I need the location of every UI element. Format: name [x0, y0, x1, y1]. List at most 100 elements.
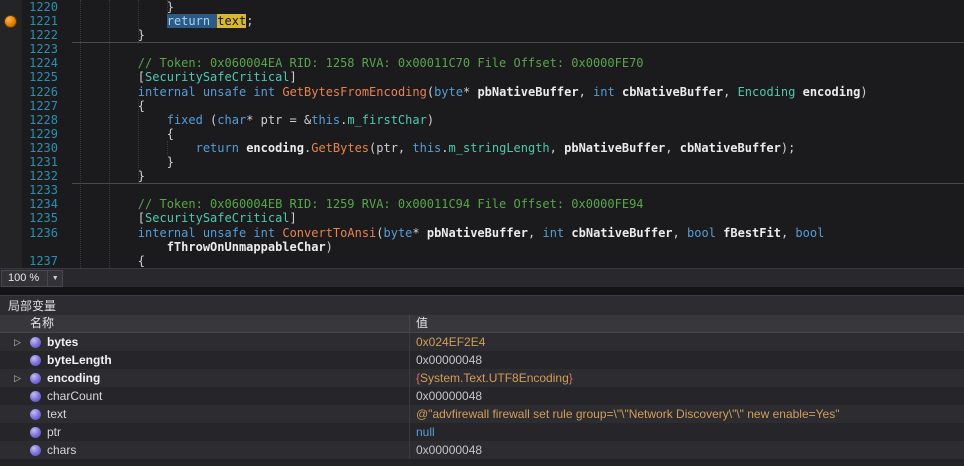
code-text: return text; [80, 14, 253, 28]
code-line[interactable]: 1233 [0, 183, 964, 197]
code-text: { [80, 254, 145, 268]
code-text: internal unsafe int ConvertToAnsi(byte* … [80, 226, 824, 240]
code-line[interactable]: 1237 { [0, 254, 964, 268]
variable-name-cell: ▷ bytes [0, 333, 410, 351]
code-editor[interactable]: 1220 }1221 return text;1222 }12231224 //… [0, 0, 964, 268]
table-row[interactable]: charCount0x00000048 [0, 387, 964, 405]
expand-arrow-icon[interactable]: ▷ [14, 333, 30, 351]
debugger-window: 1220 }1221 return text;1222 }12231224 //… [0, 0, 964, 466]
code-line[interactable]: 1224 // Token: 0x060004EA RID: 1258 RVA:… [0, 56, 964, 70]
variable-value[interactable]: 0x00000048 [410, 351, 964, 369]
variable-name-cell: text [0, 405, 410, 423]
code-line[interactable]: 1225 [SecuritySafeCritical] [0, 70, 964, 84]
table-row[interactable]: text @"advfirewall firewall set rule grou… [0, 405, 964, 423]
locals-panel: 局部变量 名称 值 ▷bytes0x024EF2E4byteLength0x00… [0, 295, 964, 466]
variable-icon [30, 409, 41, 420]
code-text: } [80, 28, 145, 42]
variable-icon [30, 355, 41, 366]
variable-name-cell: chars [0, 441, 410, 459]
code-text: [SecuritySafeCritical] [80, 211, 297, 225]
line-number [22, 240, 58, 254]
variable-name-cell: byteLength [0, 351, 410, 369]
variable-name-cell: ptr [0, 423, 410, 441]
table-row[interactable]: ▷ bytes 0x024EF2E4 [0, 333, 964, 351]
code-text: internal unsafe int GetBytesFromEncoding… [80, 85, 868, 99]
variable-name: ptr [47, 425, 61, 439]
chevron-down-icon[interactable]: ▼ [47, 271, 62, 286]
variable-name-cell: ▷encoding [0, 369, 410, 387]
panel-splitter[interactable] [0, 287, 964, 295]
line-number: 1235 [22, 211, 58, 225]
member-separator [72, 183, 964, 184]
line-number: 1225 [22, 70, 58, 84]
line-number: 1220 [22, 0, 58, 14]
variable-name-cell: charCount [0, 387, 410, 405]
locals-panel-title: 局部变量 [0, 295, 964, 315]
breakpoint-icon[interactable] [5, 16, 16, 27]
zoom-level-value: 100 % [2, 271, 47, 286]
variable-value[interactable]: 0x00000048 [410, 387, 964, 405]
bottom-filler [0, 459, 964, 466]
column-header-value[interactable]: 值 [410, 315, 964, 332]
code-text: } [80, 0, 174, 14]
table-row[interactable]: chars 0x00000048 [0, 441, 964, 459]
code-line[interactable]: 1230 return encoding.GetBytes(ptr, this.… [0, 141, 964, 155]
line-number: 1224 [22, 56, 58, 70]
line-number: 1222 [22, 28, 58, 42]
line-number: 1227 [22, 99, 58, 113]
variable-value[interactable]: 0x024EF2E4 [410, 333, 964, 351]
code-line[interactable]: fThrowOnUnmappableChar) [0, 240, 964, 254]
line-number: 1233 [22, 183, 58, 197]
code-line[interactable]: 1229 { [0, 127, 964, 141]
code-text: return encoding.GetBytes(ptr, this.m_str… [80, 141, 795, 155]
code-line[interactable]: 1226 internal unsafe int GetBytesFromEnc… [0, 85, 964, 99]
line-number: 1221 [22, 14, 58, 28]
variable-icon [30, 337, 41, 348]
code-line[interactable]: 1234 // Token: 0x060004EB RID: 1259 RVA:… [0, 197, 964, 211]
code-text: fixed (char* ptr = &this.m_firstChar) [80, 113, 434, 127]
code-line[interactable]: 1232 } [0, 169, 964, 183]
line-number: 1237 [22, 254, 58, 268]
zoom-level-dropdown[interactable]: 100 % ▼ [1, 270, 63, 287]
code-line[interactable]: 1236 internal unsafe int ConvertToAnsi(b… [0, 226, 964, 240]
code-line[interactable]: 1227 { [0, 99, 964, 113]
code-text: // Token: 0x060004EA RID: 1258 RVA: 0x00… [80, 56, 644, 70]
code-text: } [80, 155, 174, 169]
variable-icon [30, 391, 41, 402]
line-number: 1236 [22, 226, 58, 240]
table-row[interactable]: ptr null [0, 423, 964, 441]
variable-icon [30, 373, 41, 384]
line-number: 1230 [22, 141, 58, 155]
table-row[interactable]: ▷encoding{System.Text.UTF8Encoding} [0, 369, 964, 387]
code-line[interactable]: 1220 } [0, 0, 964, 14]
variable-icon [30, 427, 41, 438]
expand-arrow-icon[interactable]: ▷ [14, 369, 30, 387]
editor-status-bar: 100 % ▼ [0, 268, 964, 287]
table-row[interactable]: byteLength0x00000048 [0, 351, 964, 369]
variable-value[interactable]: 0x00000048 [410, 441, 964, 459]
variable-name: bytes [47, 335, 78, 349]
code-line[interactable]: 1223 [0, 42, 964, 56]
variable-name: chars [47, 443, 76, 457]
column-header-name[interactable]: 名称 [0, 315, 410, 332]
variable-icon [30, 445, 41, 456]
code-line[interactable]: 1231 } [0, 155, 964, 169]
variable-value[interactable]: @"advfirewall firewall set rule group=\"… [410, 405, 964, 423]
code-line[interactable]: 1221 return text; [0, 14, 964, 28]
code-line[interactable]: 1222 } [0, 28, 964, 42]
code-text: fThrowOnUnmappableChar) [80, 240, 333, 254]
variable-name: text [47, 407, 66, 421]
code-lines: 1220 }1221 return text;1222 }12231224 //… [0, 0, 964, 268]
code-text: // Token: 0x060004EB RID: 1259 RVA: 0x00… [80, 197, 644, 211]
variable-value[interactable]: null [410, 423, 964, 441]
code-line[interactable]: 1228 fixed (char* ptr = &this.m_firstCha… [0, 113, 964, 127]
line-number: 1228 [22, 113, 58, 127]
line-number: 1234 [22, 197, 58, 211]
line-number: 1229 [22, 127, 58, 141]
code-line[interactable]: 1235 [SecuritySafeCritical] [0, 211, 964, 225]
locals-rows: ▷bytes0x024EF2E4byteLength0x00000048▷enc… [0, 333, 964, 459]
variable-value[interactable]: {System.Text.UTF8Encoding} [410, 369, 964, 387]
code-text: [SecuritySafeCritical] [80, 70, 297, 84]
line-number: 1232 [22, 169, 58, 183]
line-number: 1231 [22, 155, 58, 169]
